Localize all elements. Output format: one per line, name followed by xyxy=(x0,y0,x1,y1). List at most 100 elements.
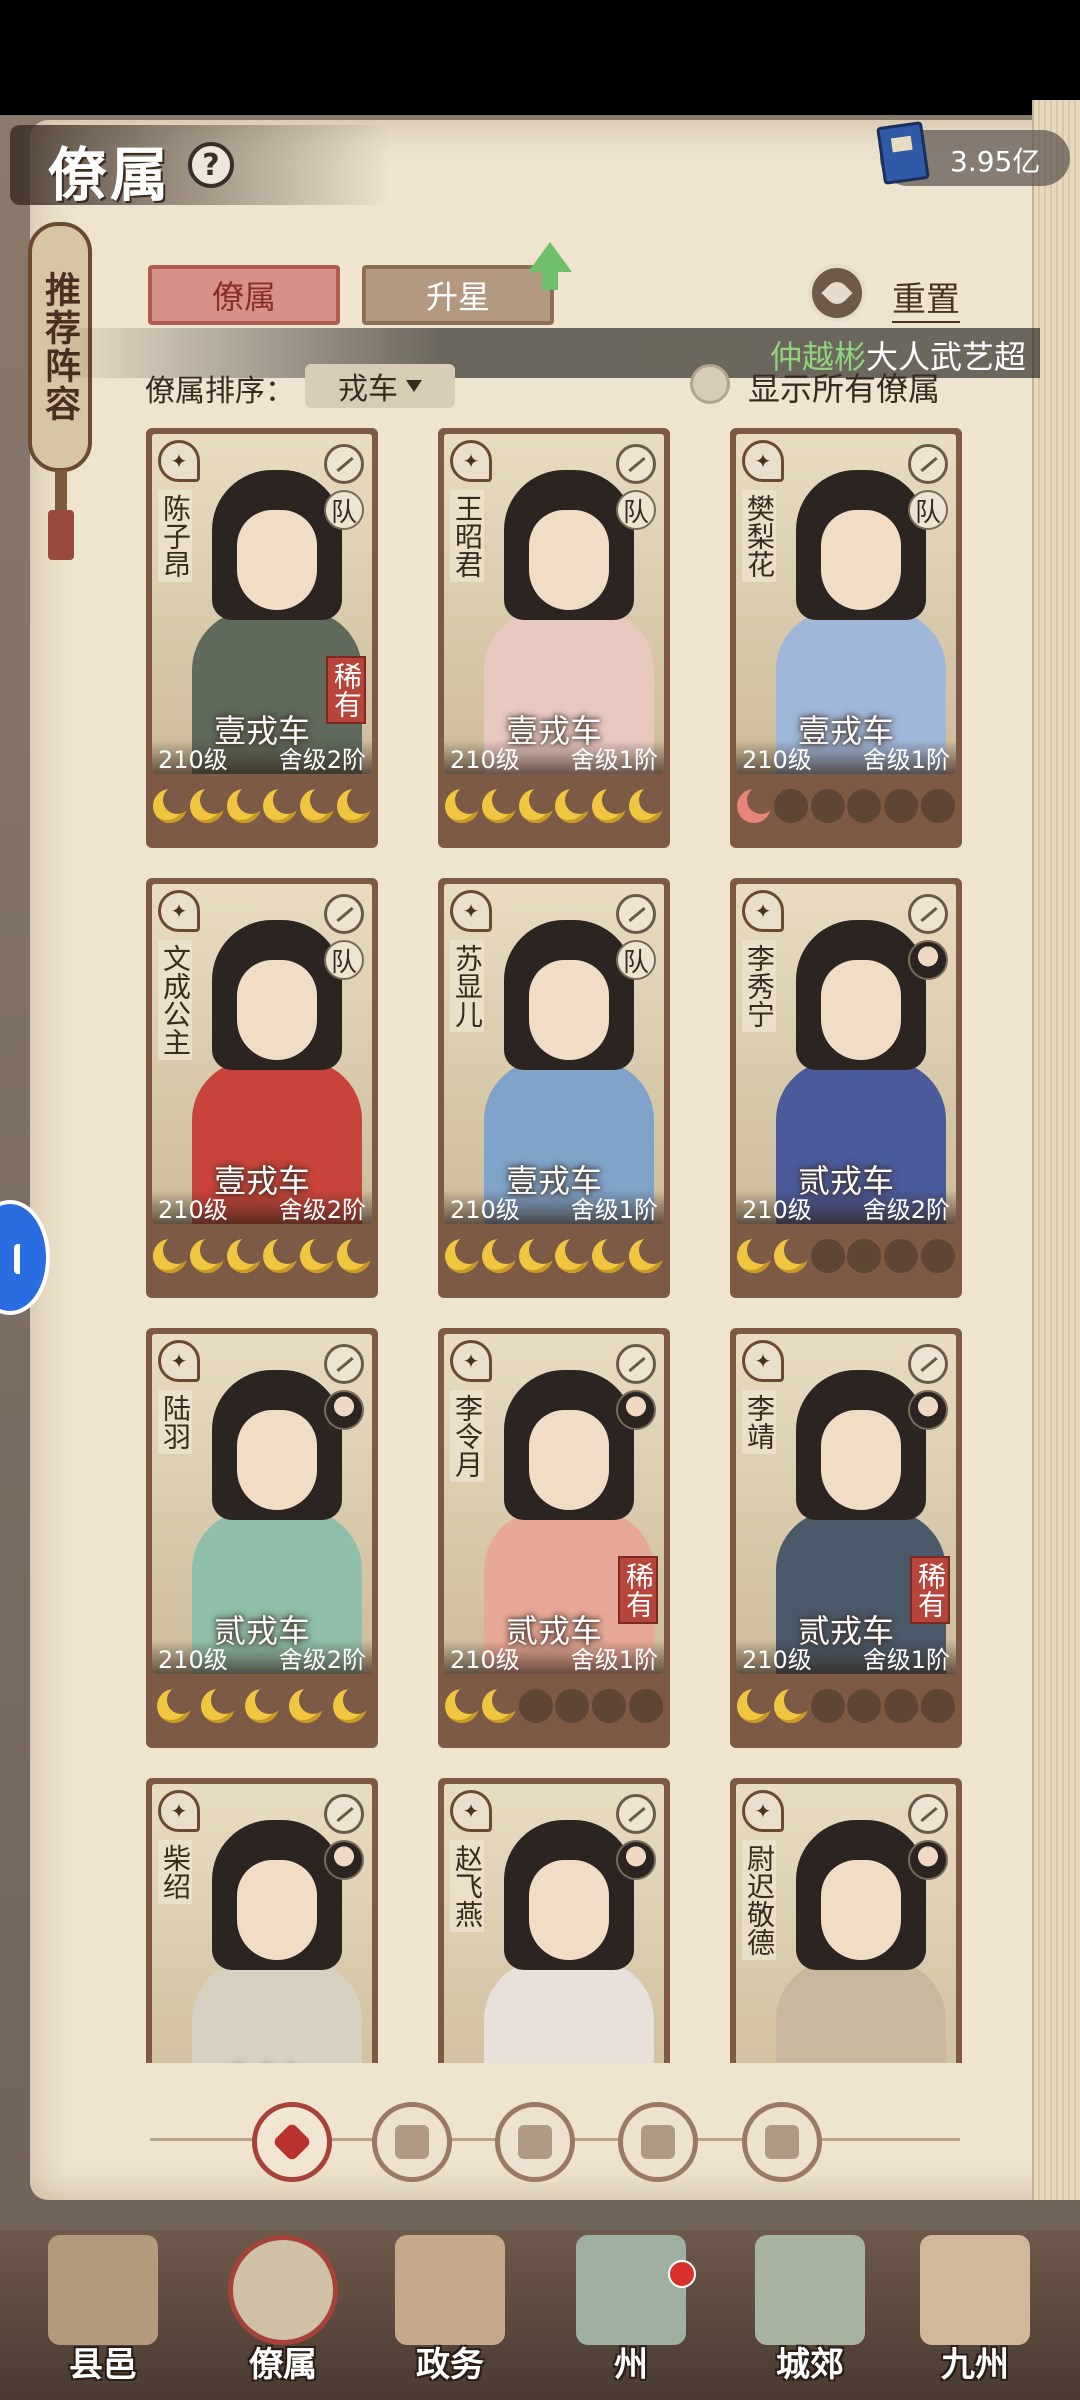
portrait-face xyxy=(821,960,901,1060)
filter-fan-icon[interactable] xyxy=(618,2102,698,2182)
moon-star-icon xyxy=(333,1686,371,1723)
card-portrait-area: ✦ 李靖 稀有 贰戎车 210级 舍级1阶 xyxy=(736,1334,956,1674)
moon-star-icon xyxy=(226,786,265,823)
moon-star-icon xyxy=(591,1236,630,1273)
moon-star-icon xyxy=(847,789,882,823)
filter-gourd-icon[interactable] xyxy=(495,2102,575,2182)
nav-building-icon xyxy=(755,2235,865,2345)
retainer-card[interactable]: ✦ 赵飞燕 xyxy=(438,1778,670,2063)
skill-type-icon xyxy=(908,1344,948,1384)
retainer-card[interactable]: ✦ 李靖 稀有 贰戎车 210级 舍级1阶 xyxy=(730,1328,962,1748)
moon-star-icon xyxy=(201,1686,239,1723)
retainer-card[interactable]: ✦ 队王昭君 壹戎车 210级 舍级1阶 xyxy=(438,428,670,848)
stats-row: 210级 舍级2阶 xyxy=(152,1640,372,1674)
moon-star-icon xyxy=(299,1236,338,1273)
faction-icon: ✦ xyxy=(450,890,492,932)
portrait-face xyxy=(529,960,609,1060)
stats-row: 210级 舍级1阶 xyxy=(444,1190,664,1224)
all-diamond-icon xyxy=(272,2122,312,2162)
faction-icon: ✦ xyxy=(742,890,784,932)
partner-avatar xyxy=(616,1840,656,1880)
help-icon[interactable]: ? xyxy=(188,142,234,188)
partner-avatar xyxy=(616,1390,656,1430)
skill-type-icon xyxy=(324,1794,364,1834)
nav-item[interactable]: 县邑 xyxy=(28,2225,178,2400)
portrait-robe xyxy=(192,1960,362,2063)
card-portrait-area: ✦ 队王昭君 壹戎车 210级 舍级1阶 xyxy=(444,434,664,774)
nav-label: 九州 xyxy=(941,2345,1009,2385)
retainer-card[interactable]: ✦ 李秀宁 贰戎车 210级 舍级2阶 xyxy=(730,878,962,1298)
retainer-card[interactable]: ✦ 李令月 稀有 贰戎车 210级 舍级1阶 xyxy=(438,1328,670,1748)
portrait-face xyxy=(529,1410,609,1510)
moon-star-icon xyxy=(555,786,594,823)
house-level-label: 舍级2阶 xyxy=(278,1646,366,1674)
moon-star-icon xyxy=(920,789,955,823)
sort-value: 戎车 xyxy=(338,372,398,407)
nav-item[interactable]: 九州 xyxy=(900,2225,1050,2400)
retainer-card[interactable]: ✦ 队樊梨花 壹戎车 210级 舍级1阶 xyxy=(730,428,962,848)
retainer-name: 陆羽 xyxy=(158,1390,192,1454)
skill-type-icon xyxy=(616,1344,656,1384)
moon-star-icon xyxy=(263,786,302,823)
faction-icon: ✦ xyxy=(450,440,492,482)
house-level-label: 舍级1阶 xyxy=(862,746,950,774)
stats-row: 210级 舍级2阶 xyxy=(152,1190,372,1224)
reset-icon[interactable] xyxy=(808,264,866,322)
moon-star-icon xyxy=(153,1236,192,1273)
faction-icon: ✦ xyxy=(158,1790,200,1832)
moon-star-icon xyxy=(555,1236,594,1273)
team-badge: 队 xyxy=(324,940,364,980)
star-row xyxy=(152,780,375,832)
tab-retainers[interactable]: 僚属 xyxy=(148,265,340,325)
retainer-card[interactable]: ✦ 队陈子昂 稀有 壹戎车 210级 舍级2阶 xyxy=(146,428,378,848)
reset-button[interactable]: 重置 xyxy=(892,272,960,323)
card-portrait-area: ✦ 赵飞燕 xyxy=(444,1784,664,2063)
nav-item[interactable]: 州 xyxy=(556,2225,706,2400)
nav-building-icon xyxy=(228,2235,338,2345)
moon-star-icon xyxy=(153,786,192,823)
tab-star-up[interactable]: 升星 xyxy=(362,265,554,325)
level-label: 210级 xyxy=(450,1646,520,1674)
show-all-checkbox[interactable] xyxy=(690,364,730,404)
moon-star-icon xyxy=(810,1689,845,1723)
retainer-card[interactable]: ✦ 柴绍贰戎车 xyxy=(146,1778,378,2063)
retainer-card[interactable]: ✦ 尉迟敬德 xyxy=(730,1778,962,2063)
lion-icon xyxy=(765,2125,799,2159)
moon-star-icon xyxy=(445,1236,484,1273)
filter-all-diamond-icon[interactable] xyxy=(252,2102,332,2182)
card-portrait-area: ✦ 队苏显儿 壹戎车 210级 舍级1阶 xyxy=(444,884,664,1224)
moon-star-icon xyxy=(591,1689,626,1723)
retainer-name: 樊梨花 xyxy=(742,490,776,582)
nav-item[interactable]: 城郊 xyxy=(735,2225,885,2400)
portrait-face xyxy=(529,510,609,610)
portrait-face xyxy=(821,1860,901,1960)
moon-star-icon xyxy=(810,789,845,823)
skill-type-icon xyxy=(908,894,948,934)
portrait-face xyxy=(237,960,317,1060)
retainer-card[interactable]: ✦ 队文成公主 壹戎车 210级 舍级2阶 xyxy=(146,878,378,1298)
team-badge: 队 xyxy=(908,490,948,530)
house-level-label: 舍级1阶 xyxy=(570,1196,658,1224)
sort-dropdown[interactable]: 戎车 xyxy=(305,364,455,408)
portrait-face xyxy=(529,1860,609,1960)
retainer-card[interactable]: ✦ 队苏显儿 壹戎车 210级 舍级1阶 xyxy=(438,878,670,1298)
nav-item[interactable]: 僚属 xyxy=(208,2225,358,2400)
helmet-icon xyxy=(395,2125,429,2159)
skill-type-icon xyxy=(324,1344,364,1384)
moon-star-icon xyxy=(518,1689,553,1723)
skill-type-icon xyxy=(616,1794,656,1834)
moon-star-icon xyxy=(445,1686,484,1723)
moon-star-icon xyxy=(263,1236,302,1273)
skill-type-icon xyxy=(324,894,364,934)
nav-item[interactable]: 政务 xyxy=(375,2225,525,2400)
retainer-card[interactable]: ✦ 陆羽 贰戎车 210级 舍级2阶 xyxy=(146,1328,378,1748)
stats-row: 210级 舍级1阶 xyxy=(736,740,956,774)
filter-lion-icon[interactable] xyxy=(742,2102,822,2182)
team-badge: 队 xyxy=(616,940,656,980)
moon-star-icon xyxy=(628,786,667,823)
star-row xyxy=(152,1680,372,1732)
moon-star-icon xyxy=(773,1686,812,1723)
fan-icon xyxy=(641,2125,675,2159)
moon-star-icon xyxy=(737,1236,776,1273)
filter-helmet-icon[interactable] xyxy=(372,2102,452,2182)
